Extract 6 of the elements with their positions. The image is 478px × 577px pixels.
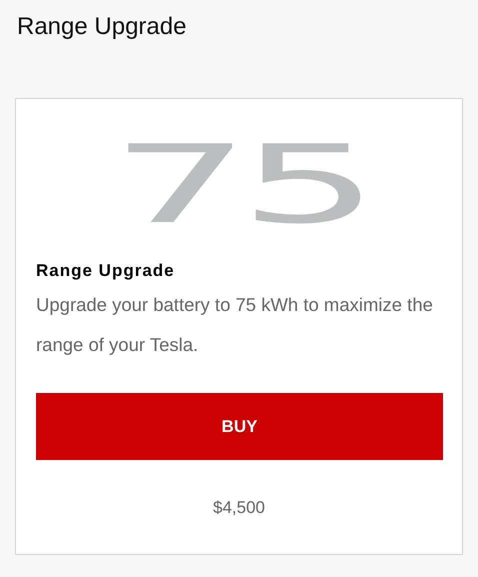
page-title: Range Upgrade	[17, 12, 186, 42]
product-heading: Range Upgrade	[36, 261, 175, 281]
price: $4,500	[213, 498, 265, 518]
buy-button[interactable]: BUY	[36, 393, 443, 460]
product-description: Upgrade your battery to 75 kWh to maximize the range of your Tesla.	[36, 293, 434, 357]
model-number: 75	[110, 143, 368, 229]
